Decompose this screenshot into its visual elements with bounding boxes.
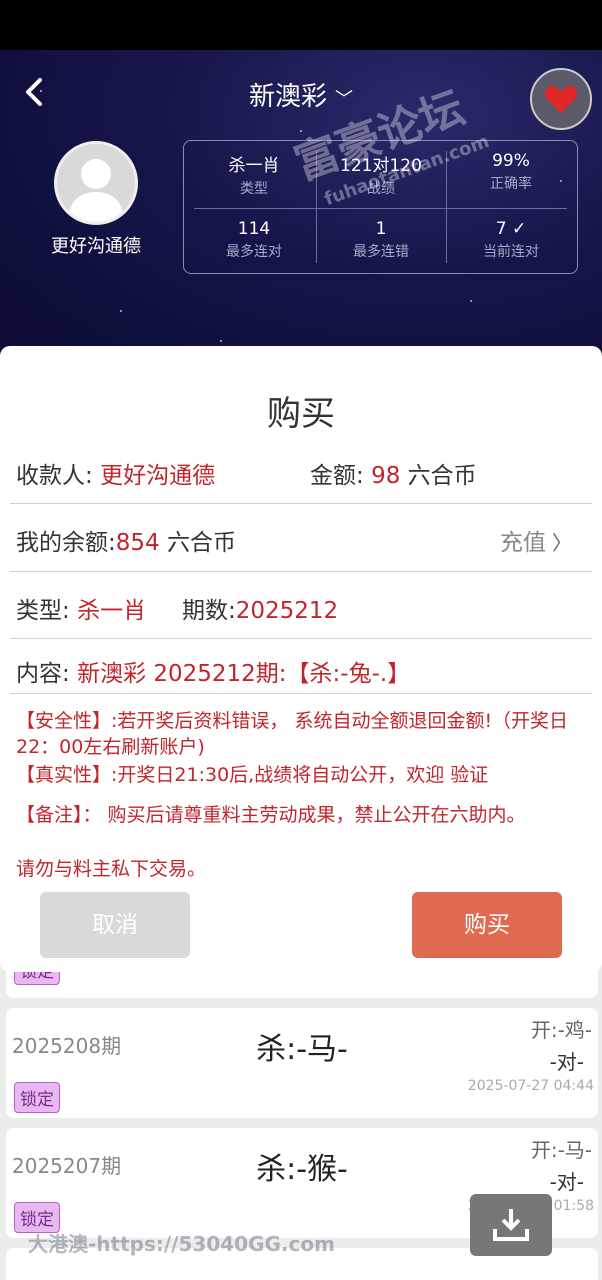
payee-value: 更好沟通德: [100, 463, 216, 489]
divider: [10, 571, 592, 572]
divider: [10, 693, 592, 694]
divider: [10, 503, 592, 504]
recharge-label: 充值: [500, 530, 546, 556]
lottery-selector[interactable]: 新澳彩 ﹀: [0, 76, 602, 113]
notice-authenticity: 【真实性】:开奖日21:30后,战绩将自动公开，欢迎 验证: [16, 764, 489, 786]
download-button[interactable]: [470, 1194, 552, 1256]
open-value: 开:-鸡-: [530, 1018, 592, 1042]
header: 新澳彩 ﹀ 更好沟通德 杀一肖 类型 121对120 战绩 99% 正确率 114: [0, 50, 602, 370]
buy-button[interactable]: 购买: [412, 892, 562, 958]
balance-value: 854: [115, 530, 160, 556]
page-dot: [283, 1262, 291, 1270]
list-item[interactable]: 2025208期 杀:-马- 开:-鸡- -对- 2025-07-27 04:4…: [6, 1008, 598, 1118]
result-value: -对-: [549, 1170, 584, 1194]
kill-value: 杀:-猴-: [256, 1152, 348, 1187]
stat-max-miss: 1 最多连错: [353, 219, 409, 260]
divider: [10, 638, 592, 639]
stat-max-streak: 114 最多连对: [226, 219, 282, 260]
amount-row: 金额: 98 六合币: [310, 456, 477, 490]
page-dot: [315, 1262, 323, 1270]
timestamp: 2025-07-27 04:44: [467, 1078, 594, 1094]
stat-current-streak: 7 ✓ 当前连对: [483, 219, 539, 260]
cancel-button[interactable]: 取消: [40, 892, 190, 958]
status-bar: [0, 0, 602, 50]
purchase-dialog: 购买 收款人: 更好沟通德 金额: 98 六合币 我的余额:854 六合币 充值…: [0, 346, 602, 972]
amount-unit: 六合币: [400, 463, 477, 489]
user-icon: [67, 159, 125, 222]
username: 更好沟通德: [51, 236, 141, 257]
period-row: 期数:2025212: [182, 591, 338, 625]
type-value: 杀一肖: [77, 598, 147, 624]
balance-row: 我的余额:854 六合币: [16, 523, 236, 557]
chevron-down-icon: ﹀: [335, 88, 353, 110]
divider: [194, 208, 567, 209]
content-label: 内容:: [16, 661, 78, 687]
recharge-link[interactable]: 充值〉: [500, 523, 572, 557]
notice-safety: 【安全性】:若开奖后资料错误， 系统自动全额退回金额!（开奖日22：00左右刷新…: [16, 710, 569, 758]
page-dot: [299, 1262, 307, 1270]
balance-unit: 六合币: [159, 530, 236, 556]
content-value: 新澳彩 2025212期:【杀:-兔-.】: [77, 661, 411, 687]
kill-value: 杀:-马-: [256, 1032, 348, 1067]
result-value: -对-: [549, 1050, 584, 1074]
amount-label: 金额:: [310, 463, 372, 489]
balance-label: 我的余额:: [16, 530, 116, 556]
download-icon: [493, 1209, 529, 1241]
type-label: 类型:: [16, 598, 78, 624]
open-value: 开:-马-: [530, 1138, 592, 1162]
watermark: 大港澳-https://53040GG.com: [28, 1232, 335, 1256]
period-value: 2025212: [235, 598, 339, 624]
page-title: 新澳彩: [248, 82, 327, 112]
lock-badge: 锁定: [14, 1082, 60, 1113]
avatar: [54, 141, 138, 225]
payee-row: 收款人: 更好沟通德: [16, 456, 215, 490]
payee-label: 收款人:: [16, 463, 101, 489]
favorite-button[interactable]: [530, 68, 592, 130]
heart-icon: [544, 85, 578, 113]
dialog-title: 购买: [267, 394, 335, 434]
content-row: 内容: 新澳彩 2025212期:【杀:-兔-.】: [16, 654, 410, 688]
type-row: 类型: 杀一肖: [16, 591, 146, 625]
amount-value: 98: [371, 463, 401, 489]
page-indicator: [283, 1262, 323, 1270]
notice-private-trade: 请勿与料主私下交易。: [16, 858, 207, 880]
notice-remark: 【备注】： 购买后请尊重料主劳动成果，禁止公开在六助内。: [16, 804, 526, 826]
period-label: 期数:: [182, 598, 236, 624]
chevron-right-icon: 〉: [552, 531, 572, 555]
